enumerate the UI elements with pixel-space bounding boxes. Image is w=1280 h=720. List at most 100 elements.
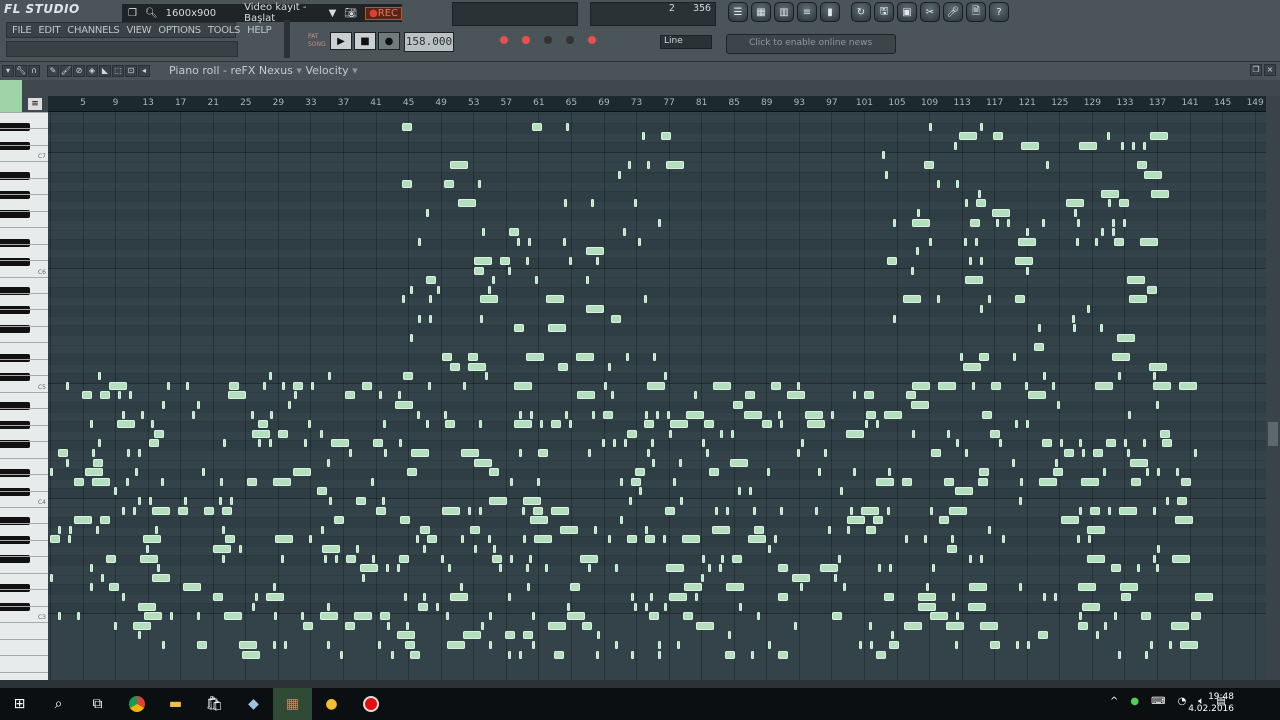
note[interactable] [778,564,788,573]
play-button[interactable]: ▶ [330,32,352,50]
note[interactable] [418,237,421,246]
note[interactable] [407,468,417,477]
note[interactable] [293,381,303,390]
note[interactable] [398,391,401,400]
rec-button[interactable]: ●REC [365,6,402,20]
note[interactable] [345,621,355,630]
note[interactable] [327,602,330,611]
note[interactable] [1018,237,1036,246]
note[interactable] [904,621,922,630]
note[interactable] [745,391,755,400]
note[interactable] [492,276,495,285]
note[interactable] [74,516,92,525]
note[interactable] [58,525,61,534]
note[interactable] [1007,218,1010,227]
note[interactable] [988,295,991,304]
note[interactable] [975,237,978,246]
note[interactable] [213,545,231,553]
note[interactable] [197,641,207,649]
note[interactable] [704,420,714,429]
note[interactable] [346,554,356,563]
note[interactable] [282,381,285,390]
note[interactable] [665,506,675,515]
note[interactable] [602,439,605,448]
note[interactable] [1179,381,1197,390]
note[interactable] [631,650,634,659]
note[interactable] [162,641,165,649]
note[interactable] [109,381,127,390]
note[interactable] [450,161,468,169]
note[interactable] [748,535,766,544]
note[interactable] [334,516,344,525]
note[interactable] [1012,458,1015,467]
note[interactable] [493,545,496,553]
note[interactable] [349,449,352,457]
note[interactable] [269,439,272,448]
note[interactable] [664,602,667,611]
note[interactable] [982,410,992,419]
note[interactable] [774,535,777,544]
piano-roll-icon[interactable]: ▥ [774,2,794,22]
note[interactable] [645,602,648,611]
note[interactable] [96,525,99,534]
note[interactable] [620,516,623,525]
note[interactable] [969,257,972,265]
note[interactable] [893,314,896,323]
note[interactable] [284,641,287,649]
note[interactable] [1127,276,1145,285]
note[interactable] [474,545,477,553]
note[interactable] [117,420,135,429]
note[interactable] [1121,141,1124,150]
note[interactable] [270,410,273,419]
note[interactable] [815,506,818,515]
note[interactable] [807,420,825,429]
piano-keyboard[interactable]: C7 C6 C5 C4 C3 [0,112,48,680]
dropdown-icon[interactable]: ▼ [329,8,337,19]
note[interactable] [964,237,967,246]
note[interactable] [481,621,484,630]
note[interactable] [480,314,483,323]
note[interactable] [532,612,535,621]
record-start-label[interactable]: Video kayıt - Başlat [244,2,320,24]
search-icon[interactable]: ⌕ [39,688,78,720]
note[interactable] [450,593,468,601]
note[interactable] [797,449,800,457]
note[interactable] [533,506,543,515]
note[interactable] [489,497,507,505]
note[interactable] [458,199,476,208]
note[interactable] [161,477,164,486]
note[interactable] [876,650,886,659]
cut-icon[interactable]: ✂ [920,2,940,22]
note[interactable] [288,401,291,409]
note[interactable] [482,228,485,237]
note[interactable] [1066,199,1084,208]
note[interactable] [328,372,331,381]
note[interactable] [1137,161,1147,169]
note[interactable] [1112,353,1130,361]
note[interactable] [1149,362,1167,371]
note[interactable] [620,477,623,486]
note[interactable] [252,602,255,611]
note[interactable] [426,420,429,429]
note[interactable] [391,650,394,659]
note[interactable] [969,554,972,563]
note[interactable] [596,257,599,265]
note[interactable] [930,506,933,515]
note[interactable] [441,554,444,563]
note[interactable] [474,458,492,467]
note[interactable] [133,621,151,630]
note[interactable] [634,199,637,208]
note[interactable] [406,621,409,630]
note[interactable] [320,612,338,621]
note[interactable] [1143,141,1146,150]
note[interactable] [1162,439,1172,448]
note[interactable] [767,468,770,477]
note[interactable] [1061,516,1079,525]
note[interactable] [517,237,520,246]
note[interactable] [702,554,705,563]
menu-tools[interactable]: TOOLS [208,25,241,36]
note[interactable] [492,554,502,563]
note[interactable] [1144,170,1162,179]
note[interactable] [663,535,666,544]
note[interactable] [608,362,611,371]
